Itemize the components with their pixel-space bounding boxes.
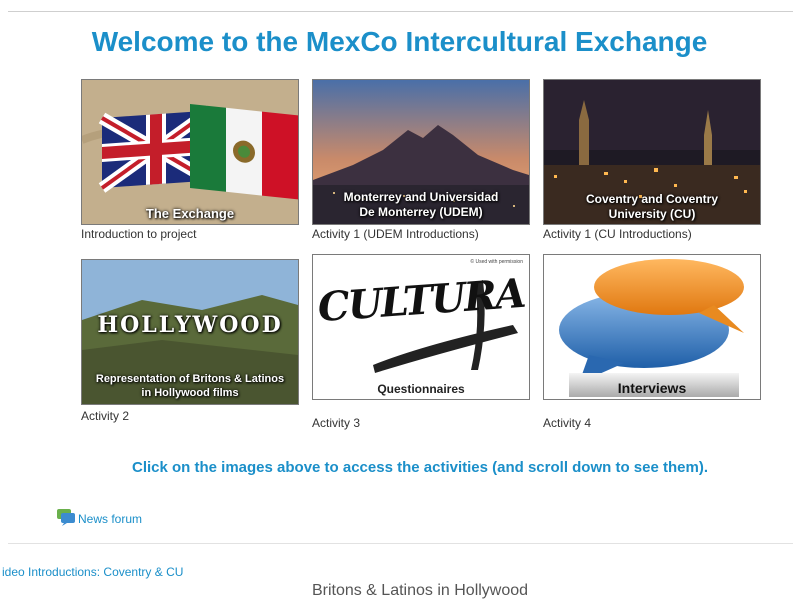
tile-overlay-text: Representation of Britons & Latinos in H… bbox=[82, 372, 298, 400]
hollywood-sign-image: HOLLYWOOD Representation of Britons & La… bbox=[81, 259, 299, 405]
cultura-logo-image: © Used with permission CULTURA Questionn… bbox=[312, 254, 530, 400]
top-divider bbox=[8, 11, 793, 12]
forum-link-label: News forum bbox=[78, 512, 143, 526]
tile-overlay-text: The Exchange bbox=[145, 206, 235, 221]
section-heading: Britons & Latinos in Hollywood bbox=[311, 582, 529, 599]
tile-caption: Introduction to project bbox=[81, 227, 197, 241]
overlay-line-2: University (CU) bbox=[608, 207, 696, 221]
section-divider bbox=[8, 543, 793, 544]
tile-overlay-text: Questionnaires bbox=[377, 382, 465, 396]
tile-caption: Activity 3 bbox=[312, 416, 361, 430]
tile-caption: Activity 1 (CU Introductions) bbox=[543, 227, 692, 241]
video-introductions-link[interactable]: ideo Introductions: Coventry & CU bbox=[2, 565, 183, 579]
monterrey-mountain-image: Monterrey and Universidad De Monterrey (… bbox=[312, 79, 530, 225]
news-forum-link[interactable]: News forum bbox=[56, 508, 142, 526]
overlay-line-1: Representation of Britons & Latinos bbox=[95, 373, 285, 385]
tile-overlay-text: Coventry and Coventry University (CU) bbox=[544, 192, 760, 222]
exchange-flags-image: The Exchange bbox=[81, 79, 299, 225]
tile-overlay-text: Interviews bbox=[617, 380, 687, 396]
coventry-night-image: Coventry and Coventry University (CU) bbox=[543, 79, 761, 225]
overlay-line-2: in Hollywood films bbox=[141, 387, 239, 399]
instruction-text: Click on the images above to access the … bbox=[131, 459, 708, 476]
hollywood-sign: HOLLYWOOD bbox=[97, 312, 283, 338]
overlay-line-1: Monterrey and Universidad bbox=[343, 190, 499, 204]
page-title: Welcome to the MexCo Intercultural Excha… bbox=[91, 26, 708, 57]
tile-caption: Activity 1 (UDEM Introductions) bbox=[312, 227, 479, 241]
tile-overlay-text: Monterrey and Universidad De Monterrey (… bbox=[313, 190, 529, 220]
tile-caption: Activity 2 bbox=[81, 409, 130, 423]
tile-caption: Activity 4 bbox=[543, 416, 592, 430]
forum-icon bbox=[56, 508, 76, 526]
overlay-line-1: Coventry and Coventry bbox=[585, 192, 719, 206]
speech-bubbles-image: Interviews bbox=[543, 254, 761, 400]
overlay-line-2: De Monterrey (UDEM) bbox=[359, 205, 483, 219]
